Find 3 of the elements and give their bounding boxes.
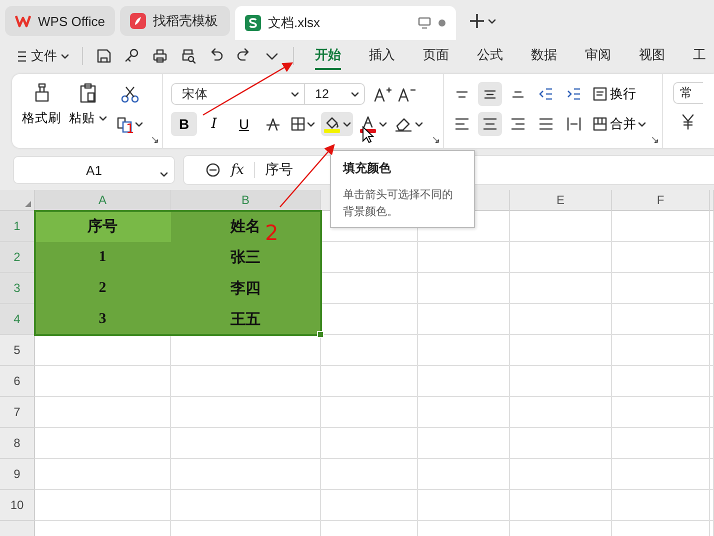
tooltip-text: 单击箭头可选择不同的背景颜色。 bbox=[343, 188, 454, 220]
annotation-number: 2 bbox=[265, 221, 278, 245]
tooltip-title: 填充颜色 bbox=[343, 160, 392, 177]
